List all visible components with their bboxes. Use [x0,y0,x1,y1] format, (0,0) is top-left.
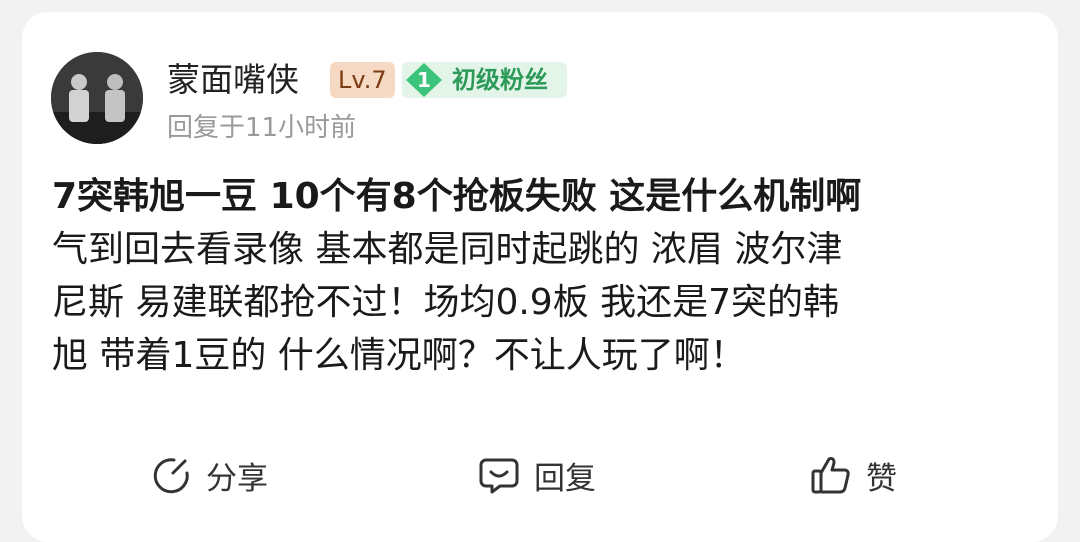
share-icon [153,458,189,494]
level-badge: Lv.7 [330,62,395,98]
comment-headline: 7突韩旭一豆 10个有8个抢板失败 这是什么机制啊 [52,176,862,217]
fan-badge: 1 初级粉丝 [402,62,567,98]
reply-button[interactable]: 回复 [478,450,596,500]
avatar[interactable] [51,52,143,144]
comment-line: 旭 带着1豆的 什么情况啊？不让人玩了啊！ [52,335,746,376]
share-button[interactable]: 分享 [152,450,268,500]
comment-icon [479,458,519,494]
fan-level: 1 [417,68,431,92]
reply-timestamp: 回复于11小时前 [167,113,357,143]
thumbs-up-icon [811,457,850,494]
reply-label: 回复 [534,460,596,497]
comment-body: 7突韩旭一豆 10个有8个抢板失败 这是什么机制啊 气到回去看录像 基本都是同时… [52,170,1022,382]
like-button[interactable]: 赞 [810,450,897,500]
fan-title: 初级粉丝 [452,66,548,94]
share-label: 分享 [206,460,268,497]
comment-line: 气到回去看录像 基本都是同时起跳的 浓眉 波尔津 [52,229,843,270]
comment-line: 尼斯 易建联都抢不过！场均0.9板 我还是7突的韩 [52,282,840,323]
username[interactable]: 蒙面嘴侠 [167,58,299,102]
avatar-image [51,52,143,144]
like-label: 赞 [866,460,897,497]
